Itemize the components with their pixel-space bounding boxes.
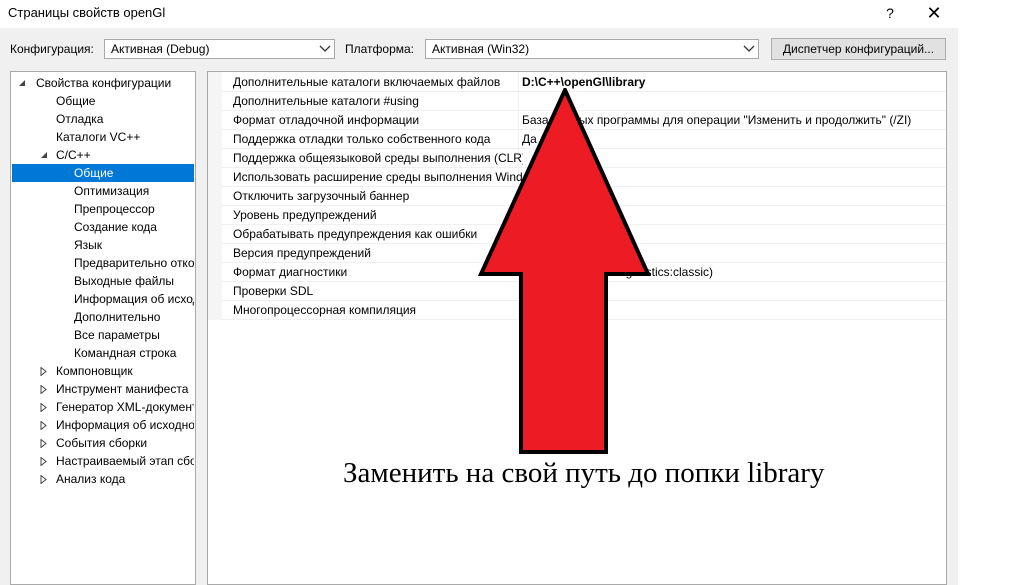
- tree-item-label: Дополнительно: [74, 310, 161, 324]
- tree-item[interactable]: Свойства конфигурации: [12, 74, 194, 92]
- tree-item[interactable]: Каталоги VC++: [12, 128, 194, 146]
- tree-item[interactable]: Информация об исходном коде: [12, 290, 194, 308]
- tree-item[interactable]: Препроцессор: [12, 200, 194, 218]
- tree-item-label: Предварительно откомпилированные заголов…: [74, 256, 194, 270]
- tree-item[interactable]: События сборки: [12, 434, 194, 452]
- collapsed-triangle-icon[interactable]: [40, 434, 50, 452]
- property-tree[interactable]: Свойства конфигурации Общие Отладка Каталог…: [10, 71, 196, 585]
- tree-item[interactable]: Инструмент манифеста: [12, 380, 194, 398]
- tree-item-label: C/C++: [56, 148, 91, 162]
- tree-item-label: Язык: [74, 238, 103, 252]
- red-arrow-annotation: [477, 88, 652, 454]
- tree-item-label: Выходные файлы: [74, 274, 175, 288]
- tree-item-label: Генератор XML-документов: [56, 400, 194, 414]
- tree-item[interactable]: Оптимизация: [12, 182, 194, 200]
- tree-item[interactable]: Предварительно откомпилированные заголов…: [12, 254, 194, 272]
- tree-item-label: Каталоги VC++: [56, 130, 141, 144]
- property-name: Дополнительные каталоги включаемых файло…: [233, 75, 501, 89]
- tree-item-label: Информация об исходном коде: [74, 292, 194, 306]
- configuration-manager-button[interactable]: Диспетчер конфигураций...: [771, 38, 946, 60]
- tree-item[interactable]: Язык: [12, 236, 194, 254]
- chevron-down-icon: [743, 40, 755, 58]
- tree-item[interactable]: Дополнительно: [12, 308, 194, 326]
- tree-item[interactable]: Настраиваемый этап сборки: [12, 452, 194, 470]
- collapsed-triangle-icon[interactable]: [40, 398, 50, 416]
- platform-select[interactable]: Активная (Win32): [425, 39, 759, 59]
- tree-item-label: Общие: [74, 166, 114, 180]
- collapsed-triangle-icon[interactable]: [40, 362, 50, 380]
- configuration-select[interactable]: Активная (Debug): [104, 39, 335, 59]
- tree-item[interactable]: Общие: [12, 92, 194, 110]
- tree-item-label: Отладка: [56, 112, 104, 126]
- property-value[interactable]: D:\C++\openGl\library: [522, 75, 942, 89]
- tree-item-label: Все параметры: [74, 328, 160, 342]
- tree-item-label: События сборки: [56, 436, 148, 450]
- tree-item[interactable]: Анализ кода: [12, 470, 194, 488]
- title-bar: Страницы свойств openGl ? ✕: [0, 0, 958, 28]
- tree-item-label: Информация об исходном коде: [56, 418, 194, 432]
- tree-item[interactable]: Информация об исходном коде: [12, 416, 194, 434]
- tree-item[interactable]: Все параметры: [12, 326, 194, 344]
- tree-item[interactable]: Командная строка: [12, 344, 194, 362]
- tree-item[interactable]: Генератор XML-документов: [12, 398, 194, 416]
- expanded-triangle-icon[interactable]: [18, 74, 28, 92]
- collapsed-triangle-icon[interactable]: [40, 380, 50, 398]
- tree-item-label: Инструмент манифеста: [56, 382, 189, 396]
- collapsed-triangle-icon[interactable]: [40, 452, 50, 470]
- configuration-label: Конфигурация:: [10, 42, 94, 56]
- tree-item[interactable]: Создание кода: [12, 218, 194, 236]
- tree-item-label: Настраиваемый этап сборки: [56, 454, 194, 468]
- configuration-value: Активная (Debug): [111, 42, 210, 56]
- expanded-triangle-icon[interactable]: [40, 146, 50, 164]
- tree-item-label: Свойства конфигурации: [36, 76, 172, 90]
- grid-margin: [208, 72, 222, 320]
- collapsed-triangle-icon[interactable]: [40, 416, 50, 434]
- tree-item-label: Общие: [56, 94, 96, 108]
- tree-item[interactable]: Отладка: [12, 110, 194, 128]
- tree-item-label: Оптимизация: [74, 184, 150, 198]
- tree-item[interactable]: Выходные файлы: [12, 272, 194, 290]
- platform-label: Платформа:: [345, 42, 415, 56]
- tree-item[interactable]: Общие: [12, 164, 194, 182]
- collapsed-triangle-icon[interactable]: [40, 470, 50, 488]
- background-area: [958, 0, 1023, 585]
- tree-item-label: Компоновщик: [56, 364, 133, 378]
- platform-value: Активная (Win32): [432, 42, 530, 56]
- tree-item-label: Командная строка: [74, 346, 177, 360]
- tree-item-label: Анализ кода: [56, 472, 126, 486]
- annotation-caption: Заменить на свой путь до попки library: [343, 457, 825, 489]
- window-title: Страницы свойств openGl: [8, 5, 166, 20]
- help-button[interactable]: ?: [880, 2, 900, 24]
- tree-item[interactable]: Компоновщик: [12, 362, 194, 380]
- chevron-down-icon: [319, 40, 331, 58]
- tree-item-label: Препроцессор: [74, 202, 155, 216]
- tree-item-label: Создание кода: [74, 220, 157, 234]
- tree-item[interactable]: C/C++: [12, 146, 194, 164]
- close-button[interactable]: ✕: [920, 1, 948, 25]
